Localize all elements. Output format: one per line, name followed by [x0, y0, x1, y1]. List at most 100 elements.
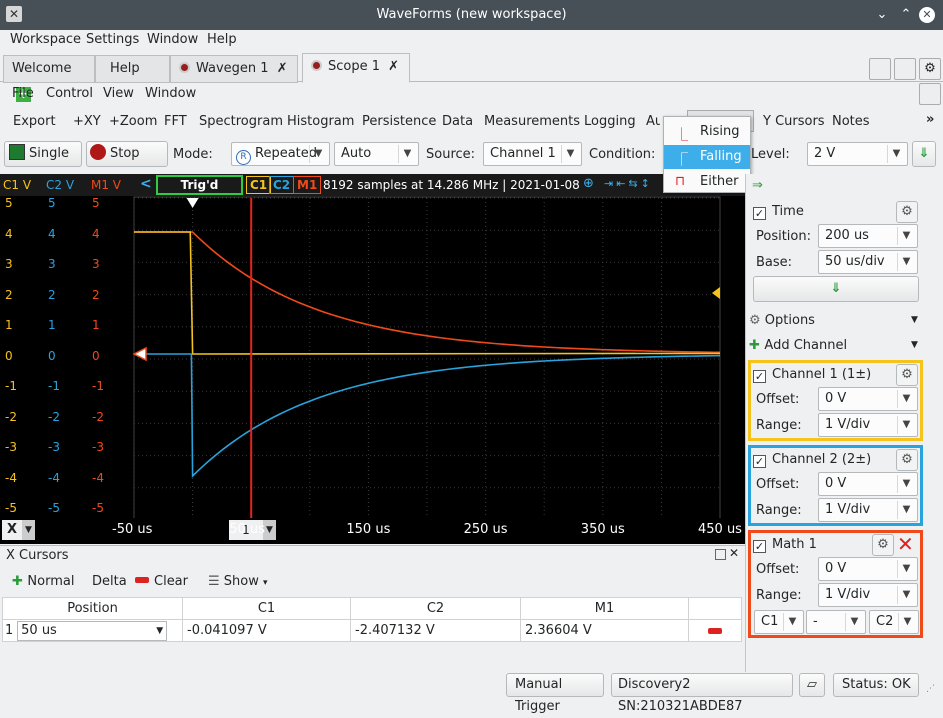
channel2-range-label: Range:	[756, 503, 802, 518]
toolbar-fft[interactable]: FFT	[164, 114, 187, 129]
position-field[interactable]: 50 us ▼	[17, 620, 168, 641]
close-panel-icon[interactable]: ✕	[729, 546, 739, 560]
math1-gear-icon[interactable]: ⚙	[872, 534, 894, 556]
float-icon[interactable]	[715, 549, 726, 560]
math1-source-a[interactable]: C1 ▼	[754, 610, 804, 634]
menu-bar	[0, 30, 943, 52]
zoom-icon[interactable]: ⊕	[583, 176, 594, 191]
add-channel-row[interactable]: ✚ Add Channel	[749, 338, 847, 353]
status-button[interactable]: Status: OK	[833, 673, 919, 697]
menu-help[interactable]: Help	[207, 32, 237, 47]
cascade-icon[interactable]	[869, 58, 891, 80]
math1-checkbox[interactable]: ✓	[753, 540, 766, 553]
math1-range-field[interactable]: 1 V/div ▼	[818, 583, 918, 607]
condition-option-rising[interactable]: ⎿ Rising	[664, 120, 750, 144]
stop-button[interactable]: Stop	[86, 141, 168, 167]
toolbar-ycursors[interactable]: Y Cursors	[763, 114, 825, 129]
m1-tag[interactable]: M1	[293, 176, 322, 194]
scope-plot-svg[interactable]	[0, 174, 745, 546]
menu-workspace[interactable]: Workspace	[10, 32, 81, 47]
toolbar-notes[interactable]: Notes	[832, 114, 870, 129]
channel2-gear-icon[interactable]: ⚙	[896, 449, 918, 471]
channel1-title: Channel 1 (1±)	[772, 367, 872, 382]
chevron-down-icon[interactable]: ▼	[911, 340, 918, 350]
chevron-down-icon[interactable]: ▼	[911, 315, 918, 325]
math1-source-b[interactable]: C2 ▼	[869, 610, 919, 634]
condition-option-either[interactable]: ⊓ Either	[664, 170, 750, 194]
minimize-icon[interactable]: ⌄	[873, 6, 891, 24]
maximize-icon[interactable]: ⌃	[897, 6, 915, 24]
auto-select[interactable]: Auto ▼	[334, 142, 419, 166]
scope-menu-view[interactable]: View	[103, 86, 134, 101]
scope-menu-file[interactable]: File	[12, 86, 34, 101]
time-apply-button[interactable]: ⇓	[753, 276, 919, 302]
scope-menu-control[interactable]: Control	[46, 86, 93, 101]
toolbar-logging[interactable]: Logging	[584, 114, 636, 129]
dock-icon[interactable]	[919, 83, 941, 105]
options-row[interactable]: ⚙ Options	[749, 313, 815, 328]
channel2-offset-field[interactable]: 0 V ▼	[818, 472, 918, 496]
y-tick-label: -3	[92, 440, 104, 454]
tile-icon[interactable]	[894, 58, 916, 80]
close-icon[interactable]: ✕	[919, 7, 935, 23]
xcursors-clear-button[interactable]: Clear	[135, 574, 188, 589]
channel1-gear-icon[interactable]: ⚙	[896, 364, 918, 386]
toolbar-zoom[interactable]: +Zoom	[109, 114, 157, 129]
chevron-down-icon[interactable]: ▼	[22, 520, 35, 540]
toolbar-xy[interactable]: +XY	[73, 114, 101, 129]
chevron-down-icon: ▼	[783, 613, 801, 631]
toolbar-spectrogram[interactable]: Spectrogram	[199, 114, 283, 129]
math1-remove-icon[interactable]: ✕	[897, 532, 914, 556]
xcursors-show-button[interactable]: ☰ Show ▾	[208, 574, 268, 589]
toolbar-audio[interactable]: Audio	[646, 114, 660, 129]
toolbar-persistence[interactable]: Persistence	[362, 114, 436, 129]
menu-settings[interactable]: Settings	[86, 32, 139, 47]
cell-position[interactable]: 1 50 us ▼	[2, 619, 183, 642]
channel1-range-field[interactable]: 1 V/div ▼	[818, 413, 918, 437]
scope-menu-window[interactable]: Window	[145, 86, 196, 101]
scroll-left-icon[interactable]: <	[140, 176, 152, 192]
channel2-checkbox[interactable]: ✓	[753, 455, 766, 468]
arrow-right-icon[interactable]: ⇒	[752, 178, 763, 193]
cell-remove[interactable]	[688, 619, 742, 642]
time-checkbox[interactable]: ✓	[753, 207, 766, 220]
xcursors-delta-button[interactable]: Delta	[92, 574, 127, 589]
resize-grip-icon[interactable]: ⋰	[926, 684, 935, 694]
toolbar-measurements[interactable]: Measurements	[484, 114, 580, 129]
eraser-icon[interactable]: ▱	[799, 673, 825, 697]
tab-help[interactable]: Help	[95, 55, 170, 83]
toolbar-data[interactable]: Data	[442, 114, 473, 129]
c1-tag[interactable]: C1	[246, 176, 272, 194]
condition-option-falling[interactable]: ⎾ Falling	[664, 145, 750, 169]
xcursors-normal-button[interactable]: ✚ Normal	[12, 574, 74, 589]
toolbar-export[interactable]: Export	[13, 114, 56, 129]
tab-wavegen[interactable]: Wavegen 1 ✗	[170, 55, 298, 83]
manual-trigger-button[interactable]: Manual Trigger	[506, 673, 604, 714]
remove-icon[interactable]	[708, 628, 722, 634]
device-button[interactable]: Discovery2 SN:210321ABDE87	[611, 673, 793, 714]
channel1-offset-field[interactable]: 0 V ▼	[818, 387, 918, 411]
toolbar-histogram[interactable]: Histogram	[287, 114, 354, 129]
channel2-range-field[interactable]: 1 V/div ▼	[818, 498, 918, 522]
tab-scope[interactable]: Scope 1 ✗	[302, 53, 410, 83]
mode-select[interactable]: R Repeated ▼	[231, 142, 330, 166]
menu-window[interactable]: Window	[147, 32, 198, 47]
level-apply-button[interactable]: ⇓	[912, 141, 936, 167]
channel1-checkbox[interactable]: ✓	[753, 370, 766, 383]
math1-operator[interactable]: - ▼	[806, 610, 866, 634]
time-gear-icon[interactable]: ⚙	[896, 201, 918, 223]
plot-tools-icon[interactable]: ⇥⇤⇆↕	[604, 177, 653, 190]
c2-tag[interactable]: C2	[269, 176, 295, 194]
overflow-icon[interactable]: »	[926, 112, 934, 127]
math1-offset-field[interactable]: 0 V ▼	[818, 557, 918, 581]
level-select[interactable]: 2 V ▼	[807, 142, 908, 166]
time-position-field[interactable]: 200 us ▼	[818, 224, 918, 248]
tab-welcome[interactable]: Welcome +	[3, 55, 95, 102]
close-tab-icon[interactable]: ✗	[277, 61, 288, 76]
single-button[interactable]: Single	[4, 141, 82, 167]
close-tab-icon[interactable]: ✗	[388, 59, 399, 74]
x-axis-button[interactable]: X	[2, 520, 22, 540]
time-base-field[interactable]: 50 us/div ▼	[818, 250, 918, 274]
gear-icon[interactable]: ⚙	[919, 58, 941, 80]
source-select[interactable]: Channel 1 ▼	[483, 142, 582, 166]
